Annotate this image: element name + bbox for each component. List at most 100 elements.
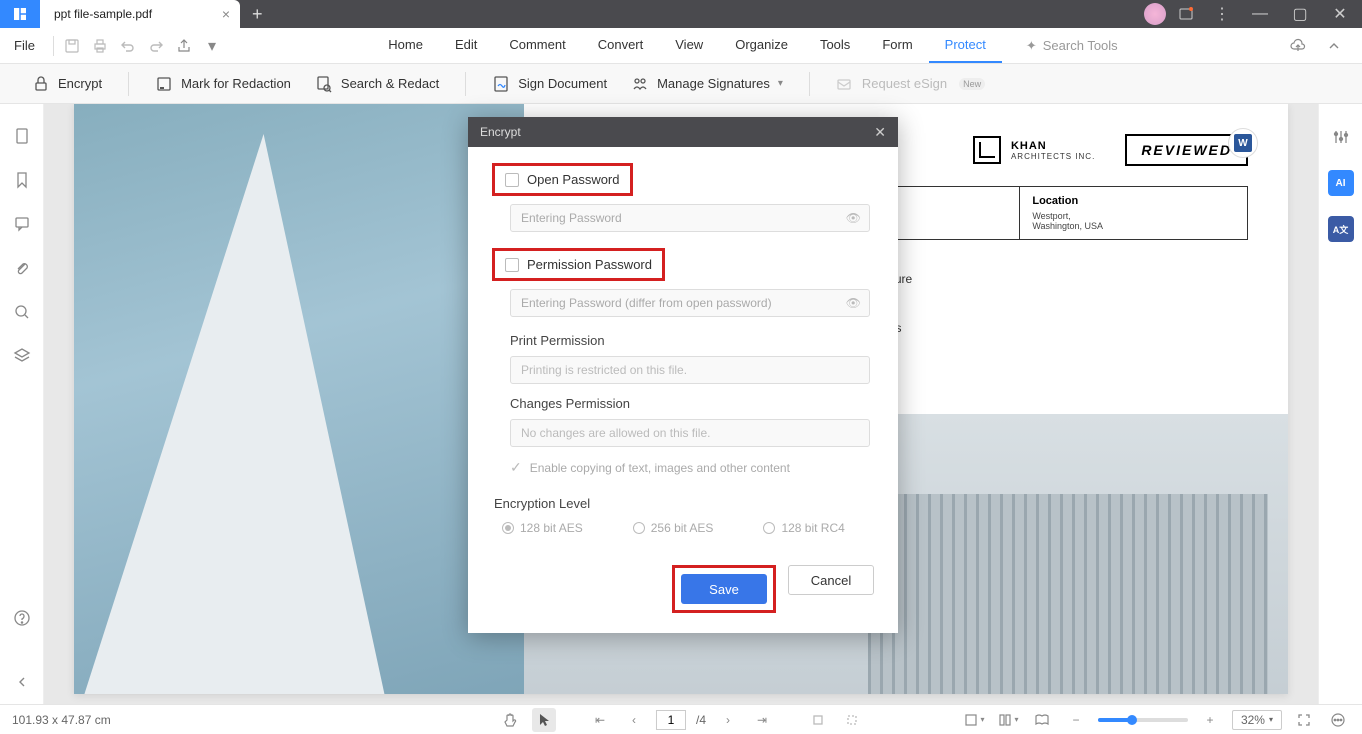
word-export-badge[interactable]: W [1228,128,1258,158]
chevron-down-icon: ▾ [778,78,783,89]
mark-redaction-button[interactable]: Mark for Redaction [143,69,303,99]
fit-page-icon[interactable]: ▾ [962,708,986,732]
expand-icon[interactable] [1320,32,1348,60]
search-tools[interactable]: ✦ Search Tools [1026,38,1138,54]
print-icon[interactable] [86,32,114,60]
new-tab-button[interactable]: + [240,4,275,25]
request-esign-button[interactable]: Request eSign New [824,69,997,99]
new-badge: New [959,78,985,90]
permission-password-checkbox[interactable] [505,258,519,272]
hand-tool-icon[interactable] [498,708,522,732]
redo-icon[interactable] [142,32,170,60]
tab-protect[interactable]: Protect [929,28,1002,63]
bookmarks-icon[interactable] [10,168,34,192]
thumbnails-icon[interactable] [10,124,34,148]
settings-icon[interactable] [1328,124,1354,150]
dialog-close-button[interactable]: ✕ [874,124,886,141]
open-password-checkbox[interactable] [505,173,519,187]
undo-icon[interactable] [114,32,142,60]
print-permission-select[interactable]: Printing is restricted on this file. [510,356,870,384]
zoom-slider[interactable] [1098,718,1188,722]
tab-form[interactable]: Form [866,28,928,63]
maximize-button[interactable]: ▢ [1282,0,1318,28]
last-page-icon[interactable]: ⇥ [750,708,774,732]
permission-password-input[interactable]: Entering Password (differ from open pass… [510,289,870,317]
zoom-value[interactable]: 32%▾ [1232,710,1282,730]
minimize-button[interactable]: — [1242,0,1278,28]
open-password-input[interactable]: Entering Password 👁 [510,204,870,232]
zoom-in-icon[interactable]: + [1198,708,1222,732]
translate-icon[interactable]: A文 [1328,216,1354,242]
print-permission-label: Print Permission [510,333,874,348]
search-redact-label: Search & Redact [341,76,439,91]
file-menu[interactable]: File [0,38,49,53]
enc-128-rc4-radio[interactable]: 128 bit RC4 [763,521,844,535]
view-mode-icon[interactable]: ▾ [996,708,1020,732]
encrypt-label: Encrypt [58,76,102,91]
enc-128-aes-radio[interactable]: 128 bit AES [502,521,583,535]
menu-dots-icon[interactable]: ⋮ [1206,0,1238,28]
tab-home[interactable]: Home [372,28,439,63]
rotate-left-icon[interactable] [806,708,830,732]
notification-icon[interactable] [1170,0,1202,28]
page-number-input[interactable] [656,710,686,730]
changes-permission-value: No changes are allowed on this file. [521,426,710,440]
copy-checkbox[interactable]: ✓ [510,459,522,476]
permission-password-label: Permission Password [527,257,652,272]
ribbon: Encrypt Mark for Redaction Search & Reda… [0,64,1362,104]
cloud-icon[interactable] [1284,32,1312,60]
changes-permission-select[interactable]: No changes are allowed on this file. [510,419,870,447]
fullscreen-icon[interactable] [1292,708,1316,732]
encrypt-button[interactable]: Encrypt [20,69,114,99]
tab-convert[interactable]: Convert [582,28,660,63]
dialog-titlebar[interactable]: Encrypt ✕ [468,117,898,147]
prev-page-icon[interactable]: ‹ [622,708,646,732]
save-icon[interactable] [58,32,86,60]
tab-organize[interactable]: Organize [719,28,804,63]
tab-view[interactable]: View [659,28,719,63]
eye-icon[interactable]: 👁 [846,211,861,225]
dialog-title: Encrypt [480,125,521,139]
location-value: Westport, [1032,211,1235,221]
dropdown-icon[interactable]: ▾ [198,32,226,60]
attachments-icon[interactable] [10,256,34,280]
app-logo[interactable] [0,0,40,28]
tab-edit[interactable]: Edit [439,28,493,63]
rotate-right-icon[interactable] [840,708,864,732]
search-redact-icon [315,75,333,93]
help-icon[interactable] [10,606,34,630]
tab-title: ppt file-sample.pdf [54,7,152,21]
zoom-out-icon[interactable]: − [1064,708,1088,732]
enc-256-aes-radio[interactable]: 256 bit AES [633,521,714,535]
first-page-icon[interactable]: ⇤ [588,708,612,732]
search-icon[interactable] [10,300,34,324]
sign-icon [492,75,510,93]
sign-document-button[interactable]: Sign Document [480,69,619,99]
reading-mode-icon[interactable] [1030,708,1054,732]
close-window-button[interactable]: ✕ [1322,0,1358,28]
request-esign-label: Request eSign [862,76,947,91]
select-tool-icon[interactable] [532,708,556,732]
ai-icon[interactable]: AI [1328,170,1354,196]
close-tab-icon[interactable]: × [222,6,230,22]
titlebar: ppt file-sample.pdf × + ⋮ — ▢ ✕ [0,0,1362,28]
cancel-button[interactable]: Cancel [788,565,874,595]
save-button[interactable]: Save [681,574,767,604]
document-tab[interactable]: ppt file-sample.pdf × [40,0,240,28]
eye-icon[interactable]: 👁 [846,296,861,310]
share-icon[interactable] [170,32,198,60]
sparkle-icon: ✦ [1026,38,1037,54]
company-logo: KHAN ARCHITECTS INC. [973,136,1095,164]
search-redact-button[interactable]: Search & Redact [303,69,451,99]
main-tabs: Home Edit Comment Convert View Organize … [372,28,1137,63]
next-page-icon[interactable]: › [716,708,740,732]
manage-signatures-button[interactable]: Manage Signatures ▾ [619,69,795,99]
comments-icon[interactable] [10,212,34,236]
encrypt-dialog: Encrypt ✕ Open Password Entering Passwor… [468,117,898,633]
user-avatar[interactable] [1144,3,1166,25]
more-icon[interactable] [1326,708,1350,732]
tab-comment[interactable]: Comment [493,28,581,63]
tab-tools[interactable]: Tools [804,28,866,63]
layers-icon[interactable] [10,344,34,368]
collapse-left-icon[interactable] [10,670,34,694]
